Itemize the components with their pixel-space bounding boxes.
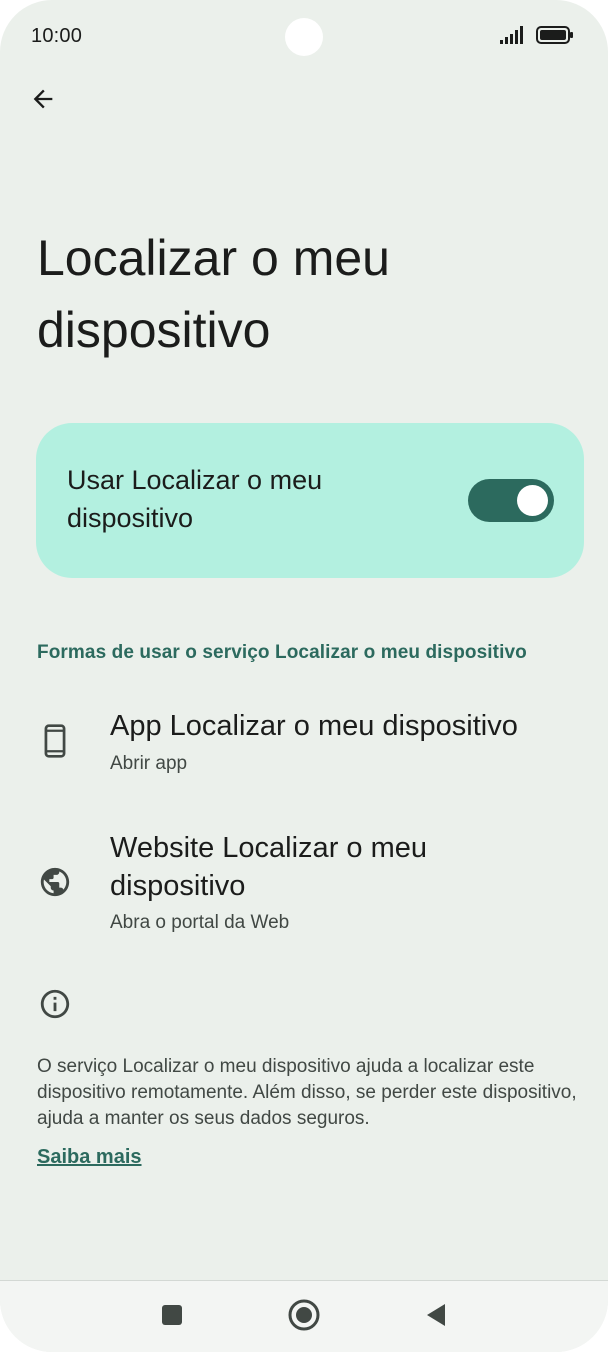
item-subtitle: Abra o portal da Web bbox=[110, 912, 290, 933]
home-button[interactable] bbox=[284, 1297, 324, 1337]
battery-icon bbox=[536, 26, 574, 49]
navigation-bar bbox=[0, 1280, 608, 1352]
globe-icon bbox=[38, 865, 72, 899]
switch-thumb bbox=[517, 485, 548, 516]
signal-bars-icon bbox=[500, 26, 526, 49]
section-header: Formas de usar o serviço Localizar o meu… bbox=[37, 642, 527, 663]
arrow-back-icon bbox=[29, 85, 57, 118]
status-icons bbox=[500, 26, 574, 49]
item-title: App Localizar o meu dispositivo bbox=[110, 710, 518, 742]
master-switch[interactable] bbox=[468, 479, 554, 522]
phone-icon bbox=[38, 724, 72, 758]
list-item-app[interactable]: App Localizar o meu dispositivo Abrir ap… bbox=[0, 700, 608, 800]
info-text: O serviço Localizar o meu dispositivo aj… bbox=[37, 1056, 577, 1129]
page-title: Localizar o meu dispositivo bbox=[37, 230, 390, 358]
back-triangle-icon bbox=[424, 1302, 448, 1333]
phone-screen: 10:00 Localizar o meu dispositivo Usar L… bbox=[0, 0, 608, 1352]
camera-cutout bbox=[285, 18, 323, 56]
status-bar: 10:00 bbox=[0, 0, 608, 76]
recents-square-icon bbox=[160, 1303, 184, 1332]
recents-button[interactable] bbox=[152, 1297, 192, 1337]
learn-more-link[interactable]: Saiba mais bbox=[37, 1146, 142, 1169]
status-time: 10:00 bbox=[31, 25, 83, 47]
item-title: Website Localizar o meu dispositivo bbox=[110, 832, 428, 902]
home-circle-icon bbox=[287, 1298, 321, 1337]
item-subtitle: Abrir app bbox=[110, 753, 188, 774]
back-button[interactable] bbox=[22, 80, 64, 122]
master-toggle-label: Usar Localizar o meu dispositivo bbox=[67, 465, 323, 533]
system-back-button[interactable] bbox=[416, 1297, 456, 1337]
info-icon bbox=[38, 987, 72, 1021]
list-item-website[interactable]: Website Localizar o meu dispositivo Abra… bbox=[0, 822, 608, 942]
master-toggle-card[interactable]: Usar Localizar o meu dispositivo bbox=[36, 423, 584, 578]
